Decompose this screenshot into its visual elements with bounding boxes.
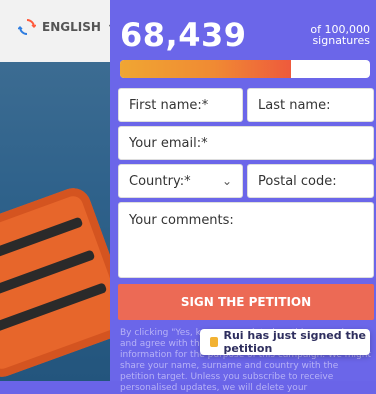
first-name-field[interactable]: First name:* bbox=[118, 88, 243, 122]
raft-strap bbox=[0, 282, 108, 337]
signature-progress-bar bbox=[120, 60, 370, 78]
comments-textarea[interactable]: Your comments: bbox=[118, 202, 374, 278]
last-name-field[interactable]: Last name: bbox=[247, 88, 374, 122]
signature-goal: of 100,000 signatures bbox=[310, 24, 370, 46]
hero-image-area: ENGLISH ▾ bbox=[0, 0, 110, 381]
comments-placeholder: Your comments: bbox=[129, 213, 234, 228]
last-name-placeholder: Last name: bbox=[258, 97, 331, 113]
sign-petition-button[interactable]: SIGN THE PETITION bbox=[118, 284, 374, 320]
recent-signer-toast: Rui has just signed the petition bbox=[200, 329, 370, 355]
hand-icon bbox=[210, 337, 218, 347]
progress-fill bbox=[120, 60, 292, 78]
country-placeholder: Country:* bbox=[129, 173, 191, 189]
postal-code-placeholder: Postal code: bbox=[258, 173, 337, 189]
chevron-down-icon: ⌄ bbox=[221, 174, 232, 188]
sign-petition-label: SIGN THE PETITION bbox=[180, 295, 312, 309]
toast-text: Rui has just signed the petition bbox=[223, 329, 367, 355]
language-label: ENGLISH bbox=[42, 20, 101, 34]
email-field[interactable]: Your email:* bbox=[118, 126, 374, 160]
country-select[interactable]: Country:* ⌄ bbox=[118, 164, 243, 198]
language-selector[interactable]: ENGLISH ▾ bbox=[18, 18, 110, 36]
postal-code-field[interactable]: Postal code: bbox=[247, 164, 374, 198]
goal-line-2: signatures bbox=[312, 34, 370, 47]
email-placeholder: Your email:* bbox=[129, 135, 208, 151]
first-name-placeholder: First name:* bbox=[129, 97, 209, 113]
language-bar: ENGLISH ▾ bbox=[0, 0, 110, 62]
signature-count: 68,439 bbox=[120, 16, 247, 54]
globe-arrows-icon bbox=[18, 19, 36, 35]
petition-panel: 68,439 of 100,000 signatures First name:… bbox=[110, 0, 376, 393]
